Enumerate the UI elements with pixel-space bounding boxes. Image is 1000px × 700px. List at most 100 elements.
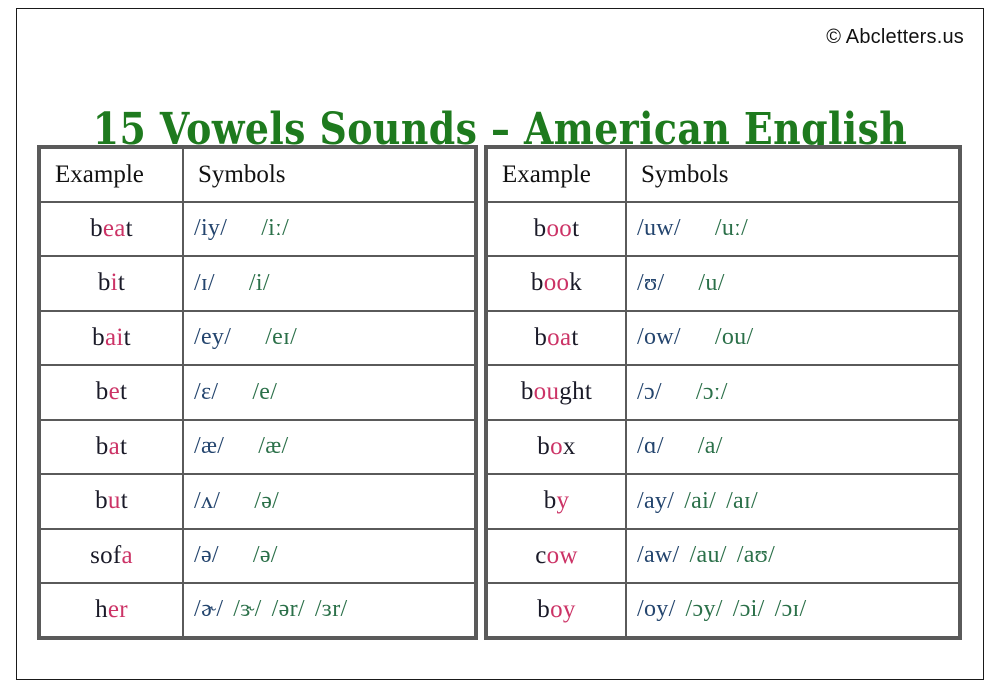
symbol-spacer [262,596,272,623]
table-row: bought/ɔ/ /ɔː/ [485,364,961,421]
symbol-ipa: /ai/ [684,487,717,514]
copyright-notice: © Abcletters.us [826,26,964,48]
symbol-ipa: /ɝ/ [233,596,262,623]
table-header-row: Example Symbols [485,146,961,203]
word-suffix: t [119,432,128,460]
worksheet-page: © Abcletters.us 15 Vowels Sounds – Ameri… [0,0,1000,700]
symbol-spacer [218,379,252,406]
symbols-cell: /aw/ /au/ /aʊ/ [625,527,961,584]
symbol-spacer [681,215,715,242]
symbol-ipa: /a/ [697,433,723,460]
table-row: bat/æ/ /æ/ [38,418,477,475]
word-vowel-highlight: u [107,487,121,515]
symbols-cell: /ɛ/ /e/ [182,364,477,421]
symbol-american: /ow/ [637,324,681,351]
symbol-ipa: /e/ [252,378,278,405]
word-suffix: t [119,378,128,406]
symbol-ipa-alt: /ɔɪ/ [774,596,807,623]
example-word-cell: cow [485,527,627,584]
symbol-american: /ʌ/ [194,487,221,514]
table-row: bet/ɛ/ /e/ [38,364,477,421]
symbol-american: /aw/ [637,542,680,569]
symbol-spacer [215,270,249,297]
example-word-cell: bat [38,418,184,475]
symbol-spacer [224,433,258,460]
table-header-row: Example Symbols [38,146,477,203]
word-suffix: t [572,214,580,242]
vowel-table-left: Example Symbols beat/iy/ /iː/bit/ɪ/ /i/bai… [37,145,478,640]
symbols-cell: /æ/ /æ/ [182,418,477,475]
example-word-cell: by [485,473,627,530]
symbol-spacer [220,488,254,515]
word-suffix: t [125,214,133,242]
word-prefix: b [90,214,103,242]
example-word-cell: boat [485,309,627,366]
symbols-cell: /uw/ /uː/ [625,200,961,257]
symbol-american: /oy/ [637,596,676,623]
example-word-cell: bought [485,364,627,421]
table-row: boat/ow/ /ou/ [485,309,961,366]
word-suffix: x [562,432,576,460]
word-vowel-highlight: oa [547,323,572,351]
word-prefix: b [537,432,551,460]
vowel-table-right: Example Symbols boot/uw/ /uː/book/ʊ/ /u/bo… [484,145,962,640]
symbols-cell: /ʊ/ /u/ [625,255,961,312]
symbol-spacer [223,596,233,623]
example-word-cell: box [485,418,627,475]
symbol-ipa-alt: /ər/ [271,596,305,623]
symbols-cell: /ay/ /ai/ /aɪ/ [625,473,961,530]
example-word-cell: boy [485,582,627,639]
symbol-spacer [727,542,737,569]
word-prefix: b [533,214,547,242]
symbol-spacer [716,488,726,515]
symbols-cell: /ow/ /ou/ [625,309,961,366]
symbols-cell: /ɪ/ /i/ [182,255,477,312]
vowel-tables-container: Example Symbols beat/iy/ /iː/bit/ɪ/ /i/bai… [37,145,962,640]
table-row: box/ɑ/ /a/ [485,418,961,475]
word-suffix: t [571,323,579,351]
example-word-cell: her [38,582,184,639]
symbol-american: /ay/ [637,487,675,514]
word-vowel-highlight: i [110,269,118,297]
symbol-spacer [674,488,684,515]
table-row: cow/aw/ /au/ /aʊ/ [485,527,961,584]
symbols-cell: /ɔ/ /ɔː/ [625,364,961,421]
example-word-cell: book [485,255,627,312]
word-prefix: c [535,541,547,569]
word-suffix: t [120,487,128,515]
word-prefix: b [95,487,108,515]
symbols-cell: /ɚ/ /ɝ/ /ər/ /ɜr/ [182,582,477,639]
column-header-symbols: Symbols [182,146,477,203]
column-header-example: Example [38,146,184,203]
table-row: bit/ɪ/ /i/ [38,255,477,312]
symbol-spacer [227,215,261,242]
symbol-ipa: /iː/ [261,215,290,242]
symbol-spacer [305,596,315,623]
symbol-spacer [765,596,775,623]
word-prefix: b [543,487,557,515]
table-row: book/ʊ/ /u/ [485,255,961,312]
example-word-cell: sofa [38,527,184,584]
word-vowel-highlight: oy [550,595,576,623]
example-word-cell: bait [38,309,184,366]
word-vowel-highlight: ou [533,378,560,406]
symbol-ipa: /ɔː/ [695,378,728,405]
symbol-ipa: /eɪ/ [265,324,298,351]
symbol-american: /ey/ [194,324,232,351]
symbol-ipa-alt: /ɔi/ [732,596,765,623]
word-vowel-highlight: er [107,595,128,623]
table-row: but/ʌ/ /ə/ [38,473,477,530]
word-prefix: b [95,432,109,460]
table-row: sofa/ə/ /ə/ [38,527,477,584]
word-prefix: b [97,269,111,297]
table-row: boot/uw/ /uː/ [485,200,961,257]
word-vowel-highlight: e [108,378,120,406]
example-word-cell: boot [485,200,627,257]
symbols-cell: /iy/ /iː/ [182,200,477,257]
word-prefix: b [534,323,548,351]
example-word-cell: beat [38,200,184,257]
symbol-american: /ə/ [194,542,219,569]
symbols-cell: /ɑ/ /a/ [625,418,961,475]
word-prefix: sof [90,541,122,569]
word-suffix: ght [559,378,593,406]
